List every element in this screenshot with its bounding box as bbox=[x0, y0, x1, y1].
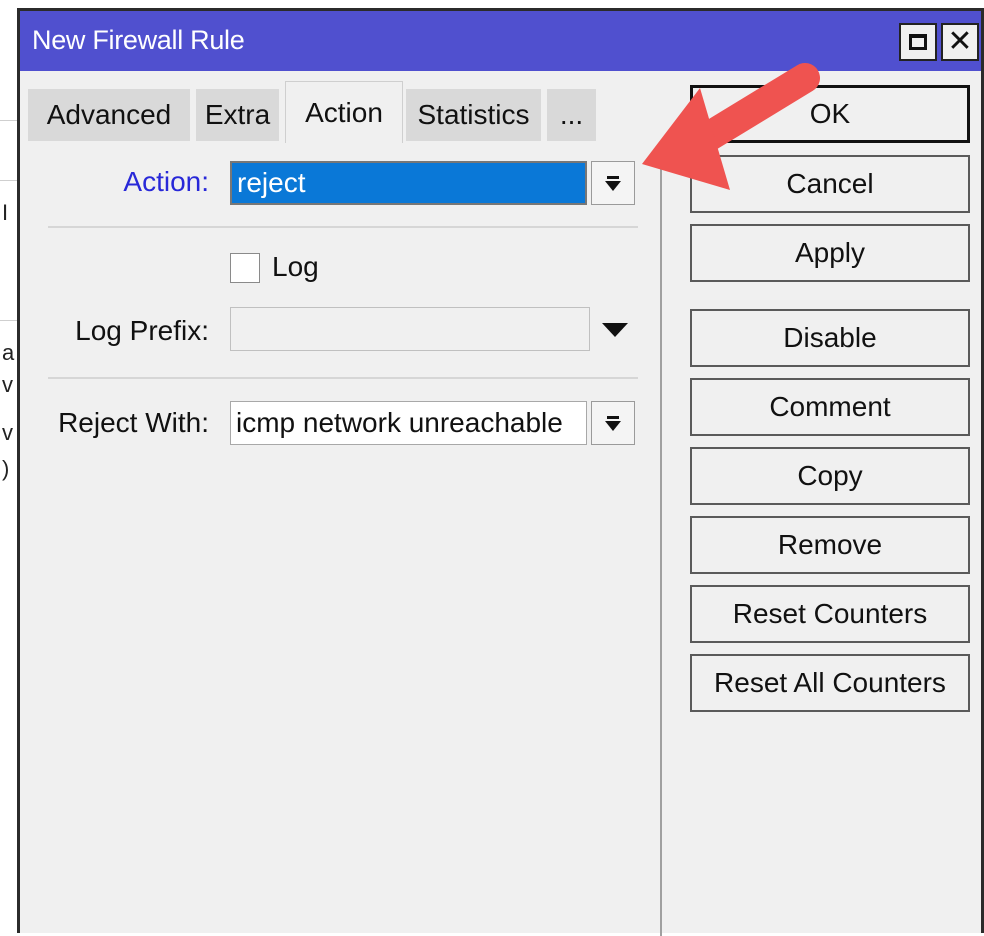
close-icon: ✕ bbox=[947, 24, 973, 59]
action-select[interactable]: reject bbox=[230, 161, 587, 205]
tab-more[interactable]: ... bbox=[547, 89, 599, 141]
background-text-fragment: a bbox=[2, 340, 15, 365]
reject-with-select[interactable]: icmp network unreachable bbox=[230, 401, 587, 445]
background-text-fragment: ) bbox=[2, 456, 10, 481]
log-prefix-input[interactable] bbox=[230, 307, 590, 351]
cancel-button[interactable]: Cancel bbox=[690, 155, 970, 213]
reject-with-dropdown-button[interactable] bbox=[591, 401, 635, 445]
disable-button[interactable]: Disable bbox=[690, 309, 970, 367]
maximize-icon bbox=[909, 34, 927, 50]
reset-all-counters-button[interactable]: Reset All Counters bbox=[690, 654, 970, 712]
tab-action[interactable]: Action bbox=[285, 81, 403, 143]
reject-with-label: Reject With: bbox=[58, 407, 209, 438]
title-bar[interactable]: New Firewall Rule ✕ bbox=[20, 11, 981, 71]
log-checkbox[interactable] bbox=[230, 253, 260, 283]
tab-statistics[interactable]: Statistics bbox=[406, 89, 544, 141]
close-button[interactable]: ✕ bbox=[941, 23, 979, 61]
maximize-button[interactable] bbox=[899, 23, 937, 61]
tab-extra[interactable]: Extra bbox=[196, 89, 282, 141]
window-title: New Firewall Rule bbox=[32, 25, 245, 55]
dropdown-arrow-icon bbox=[605, 180, 621, 191]
remove-button[interactable]: Remove bbox=[690, 516, 970, 574]
section-divider bbox=[48, 377, 638, 379]
action-label: Action: bbox=[123, 166, 209, 197]
comment-button[interactable]: Comment bbox=[690, 378, 970, 436]
apply-button[interactable]: Apply bbox=[690, 224, 970, 282]
log-prefix-label: Log Prefix: bbox=[75, 315, 209, 346]
dropdown-arrow-icon bbox=[607, 415, 619, 419]
reset-counters-button[interactable]: Reset Counters bbox=[690, 585, 970, 643]
copy-button[interactable]: Copy bbox=[690, 447, 970, 505]
background-text-fragment: v bbox=[2, 420, 13, 445]
action-dropdown-button[interactable] bbox=[591, 161, 635, 205]
dropdown-arrow-icon bbox=[605, 420, 621, 431]
log-prefix-dropdown-arrow-icon[interactable] bbox=[602, 323, 628, 337]
background-text-fragment: I bbox=[2, 200, 9, 225]
firewall-rule-dialog: New Firewall Rule ✕ Advanced Extra Actio… bbox=[17, 8, 984, 936]
ok-button[interactable]: OK bbox=[690, 85, 970, 143]
log-label: Log bbox=[272, 251, 319, 282]
tab-advanced[interactable]: Advanced bbox=[28, 89, 193, 141]
background-text-fragment: v bbox=[2, 372, 13, 397]
panel-divider bbox=[660, 141, 662, 936]
dropdown-arrow-icon bbox=[607, 175, 619, 179]
section-divider bbox=[48, 226, 638, 228]
